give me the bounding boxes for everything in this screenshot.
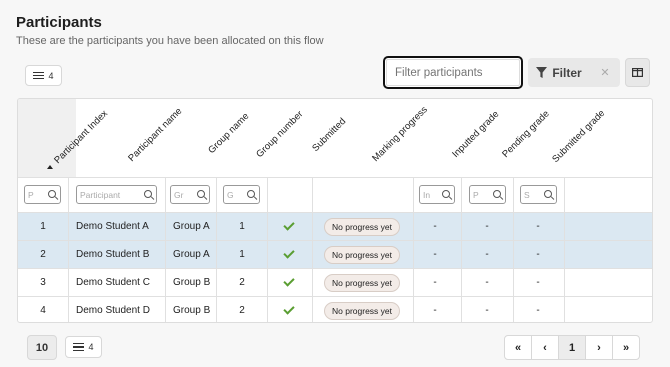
- cell-index: 3: [40, 277, 46, 288]
- cell-submitted-grade: -: [536, 277, 540, 288]
- status-badge: No progress yet: [324, 273, 400, 292]
- current-page-button[interactable]: 1: [558, 335, 586, 360]
- column-divider: [267, 177, 268, 322]
- page-subtitle: These are the participants you have been…: [16, 35, 324, 47]
- page-size-select[interactable]: 10: [27, 335, 57, 360]
- next-page-button[interactable]: ›: [585, 335, 613, 360]
- cell-inputted-grade: -: [433, 305, 437, 316]
- cell-group: Group A: [173, 221, 210, 232]
- list-icon: [73, 343, 85, 351]
- filter-group-number[interactable]: G: [223, 185, 260, 204]
- first-page-button[interactable]: «: [504, 335, 532, 360]
- filter-inputted-grade[interactable]: In: [419, 185, 455, 204]
- status-badge: No progress yet: [324, 301, 400, 320]
- cell-index: 2: [40, 249, 46, 260]
- cell-name: Demo Student C: [76, 277, 150, 288]
- cell-name: Demo Student D: [76, 305, 150, 316]
- cell-inputted-grade: -: [433, 221, 437, 232]
- table-row[interactable]: 3 Demo Student C Group B 2 No progress y…: [18, 269, 652, 296]
- prev-page-button[interactable]: ‹: [531, 335, 559, 360]
- table-row[interactable]: 4 Demo Student D Group B 2 No progress y…: [18, 297, 652, 322]
- column-divider: [513, 177, 514, 322]
- sort-asc-icon[interactable]: [47, 165, 53, 169]
- cell-group: Group A: [173, 249, 210, 260]
- cell-index: 1: [40, 221, 46, 232]
- cell-submitted-grade: -: [536, 249, 540, 260]
- header-submitted[interactable]: Submitted: [310, 116, 348, 154]
- close-icon: ✕: [600, 67, 610, 79]
- cell-pending-grade: -: [485, 249, 489, 260]
- footer-column-count-button[interactable]: 4: [65, 336, 102, 358]
- header-inputted-grade[interactable]: Inputted grade: [450, 109, 501, 160]
- header-group-name[interactable]: Group name: [206, 111, 251, 156]
- search-icon: [144, 190, 152, 198]
- status-badge: No progress yet: [324, 245, 400, 264]
- clear-filter-button[interactable]: ✕: [590, 58, 620, 87]
- table-row[interactable]: 2 Demo Student B Group A 1 No progress y…: [18, 241, 652, 268]
- list-icon: [33, 71, 45, 80]
- cell-name: Demo Student B: [76, 249, 150, 260]
- cell-index: 4: [40, 305, 46, 316]
- columns-icon: [632, 68, 643, 77]
- header-participant-name[interactable]: Participant name: [126, 106, 184, 164]
- chevron-right-icon: ›: [597, 341, 601, 354]
- column-divider: [413, 177, 414, 322]
- filter-pending-grade[interactable]: P: [469, 185, 506, 204]
- column-divider: [461, 177, 462, 322]
- page-title: Participants: [16, 14, 102, 31]
- search-icon: [493, 190, 501, 198]
- filter-index[interactable]: P: [24, 185, 61, 204]
- column-divider: [312, 177, 313, 322]
- column-count-label: 4: [48, 70, 54, 81]
- column-divider: [216, 177, 217, 322]
- submitted-check-icon: [268, 297, 310, 322]
- cell-group-number: 2: [239, 305, 245, 316]
- header-submitted-grade[interactable]: Submitted grade: [550, 108, 607, 165]
- search-icon: [48, 190, 56, 198]
- header-divider: [18, 177, 652, 178]
- header-pending-grade[interactable]: Pending grade: [500, 109, 551, 160]
- column-divider: [564, 177, 565, 322]
- column-divider: [68, 177, 69, 322]
- filter-button-label: Filter: [552, 65, 582, 80]
- submitted-check-icon: [268, 241, 310, 268]
- chevron-left-icon: ‹: [543, 341, 547, 354]
- header-group-number[interactable]: Group number: [254, 109, 305, 160]
- header-marking-progress[interactable]: Marking progress: [370, 104, 430, 164]
- submitted-check-icon: [268, 269, 310, 296]
- last-page-button[interactable]: »: [612, 335, 640, 360]
- cell-group: Group B: [173, 305, 211, 316]
- filter-name[interactable]: Participant: [76, 185, 157, 204]
- search-icon: [197, 190, 205, 198]
- filter-submitted-grade[interactable]: S: [520, 185, 557, 204]
- participants-table: Participant Index Participant name Group…: [17, 98, 653, 323]
- submitted-check-icon: [268, 213, 310, 240]
- cell-group-number: 2: [239, 277, 245, 288]
- cell-pending-grade: -: [485, 277, 489, 288]
- column-count-button[interactable]: 4: [25, 65, 62, 86]
- cell-inputted-grade: -: [433, 277, 437, 288]
- cell-name: Demo Student A: [76, 221, 149, 232]
- cell-group: Group B: [173, 277, 211, 288]
- filter-button[interactable]: Filter: [528, 58, 590, 87]
- cell-inputted-grade: -: [433, 249, 437, 260]
- cell-submitted-grade: -: [536, 221, 540, 232]
- table-row[interactable]: 1 Demo Student A Group A 1 No progress y…: [18, 213, 652, 240]
- cell-submitted-grade: -: [536, 305, 540, 316]
- double-chevron-right-icon: »: [622, 341, 630, 354]
- search-icon: [544, 190, 552, 198]
- double-chevron-left-icon: «: [514, 341, 522, 354]
- cell-group-number: 1: [239, 249, 245, 260]
- columns-toggle-button[interactable]: [625, 58, 650, 87]
- cell-group-number: 1: [239, 221, 245, 232]
- cell-pending-grade: -: [485, 221, 489, 232]
- filter-participants-input[interactable]: [383, 56, 523, 89]
- filter-group-name[interactable]: Gr: [170, 185, 210, 204]
- search-icon: [247, 190, 255, 198]
- column-divider: [165, 177, 166, 322]
- filter-icon: [536, 67, 548, 78]
- status-badge: No progress yet: [324, 217, 400, 236]
- search-icon: [442, 190, 450, 198]
- cell-pending-grade: -: [485, 305, 489, 316]
